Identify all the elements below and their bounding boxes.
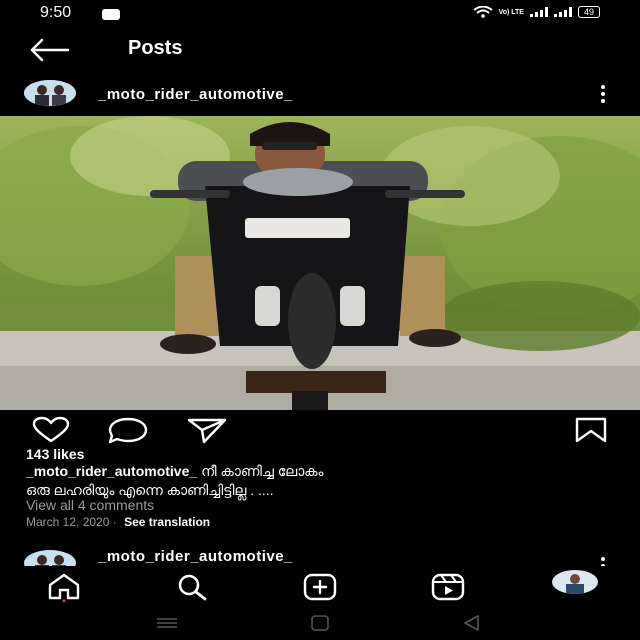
profile-avatar[interactable] <box>552 570 598 594</box>
next-post-header: _moto_rider_automotive_ <box>0 546 640 566</box>
send-icon[interactable] <box>186 416 228 444</box>
meta-separator: · <box>112 515 117 529</box>
likes-count[interactable]: 143 likes <box>26 446 84 462</box>
post-meta: March 12, 2020 · See translation <box>26 515 210 529</box>
avatar[interactable] <box>24 80 76 106</box>
avatar[interactable] <box>24 550 76 566</box>
bookmark-icon[interactable] <box>574 416 608 444</box>
heart-icon[interactable] <box>30 416 72 444</box>
reels-icon[interactable] <box>428 572 468 602</box>
post-username[interactable]: _moto_rider_automotive_ <box>98 86 293 103</box>
more-vertical-icon[interactable] <box>600 84 606 104</box>
post-caption: _moto_rider_automotive_ നീ കാണിച്ച ലോകം … <box>26 462 586 500</box>
arrow-left-icon[interactable] <box>28 38 72 62</box>
post-image[interactable] <box>0 116 640 410</box>
plus-square-icon[interactable] <box>300 572 340 602</box>
signal-icon-2 <box>553 7 572 17</box>
comment-icon[interactable] <box>106 416 150 444</box>
signal-icon <box>529 7 548 17</box>
caption-text-line2: ഒരു ലഹരിയും എന്നെ കാണിച്ചിട്ടില്ല . .... <box>26 482 274 498</box>
youtube-notification-icon <box>102 9 120 20</box>
post-date: March 12, 2020 <box>26 515 110 529</box>
caption-username[interactable]: _moto_rider_automotive_ <box>26 463 197 479</box>
bottom-navigation <box>0 566 640 606</box>
back-system-icon[interactable] <box>460 614 484 632</box>
system-navigation-bar <box>0 606 640 640</box>
post-header: _moto_rider_automotive_ <box>0 74 640 116</box>
home-icon[interactable] <box>44 572 84 602</box>
network-type-label: Vo) LTE <box>498 8 524 16</box>
status-time: 9:50 <box>40 4 72 21</box>
home-system-icon[interactable] <box>308 614 332 632</box>
battery-indicator: 49 <box>577 6 600 18</box>
top-app-bar: Posts <box>0 26 640 74</box>
post-actions <box>0 414 640 446</box>
next-post-username[interactable]: _moto_rider_automotive_ <box>98 548 293 565</box>
search-icon[interactable] <box>172 572 212 602</box>
status-bar: 9:50 Vo) LTE 49 <box>0 0 640 26</box>
recent-apps-icon[interactable] <box>154 616 180 630</box>
wifi-icon <box>472 6 493 18</box>
caption-text-line1: നീ കാണിച്ച ലോകം <box>201 463 324 479</box>
view-all-comments-link[interactable]: View all 4 comments <box>26 497 154 513</box>
more-vertical-icon[interactable] <box>600 556 606 566</box>
see-translation-link[interactable]: See translation <box>124 515 210 529</box>
status-indicators: Vo) LTE 49 <box>472 6 600 18</box>
page-title: Posts <box>128 37 183 59</box>
